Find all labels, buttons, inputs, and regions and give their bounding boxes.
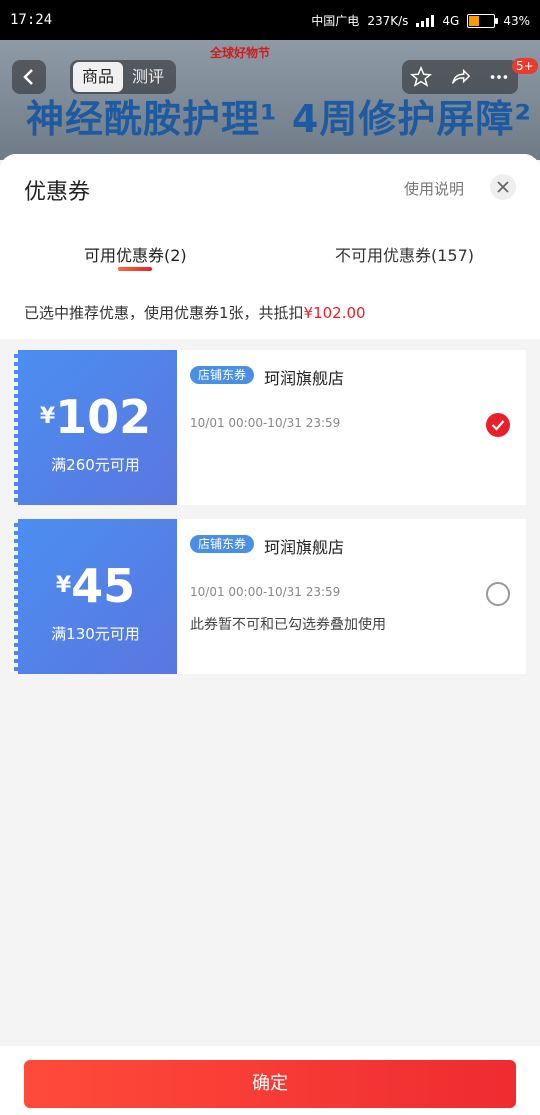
coupon-tag: 店铺东券 — [190, 366, 255, 384]
message-badge: 5+ — [512, 58, 538, 74]
coupon-tag: 店铺东券 — [190, 535, 255, 553]
sheet-footer: 确定 — [0, 1046, 540, 1115]
coupon-note: 此券暂不可和已勾选券叠加使用 — [190, 617, 386, 633]
coupon-value-panel: ¥102 满260元可用 — [14, 350, 177, 505]
active-tab-indicator — [118, 267, 152, 271]
coupon-checkbox[interactable] — [486, 582, 510, 606]
coupon-card[interactable]: ¥45 满130元可用 店铺东券 珂润旗舰店 10/01 00:00-10/31… — [14, 519, 526, 674]
coupon-amount: 102 — [55, 390, 152, 444]
coupon-currency: ¥ — [39, 404, 56, 429]
battery-icon — [467, 13, 499, 28]
coupon-shop: 珂润旗舰店 — [264, 369, 345, 388]
status-battery: 43% — [503, 13, 530, 28]
product-tabs: 商品 测评 — [70, 60, 176, 94]
coupon-condition: 满130元可用 — [51, 625, 140, 643]
selection-summary: 已选中推荐优惠，使用优惠券1张，共抵扣¥102.00 — [24, 302, 366, 323]
close-icon — [497, 181, 509, 193]
summary-text: 已选中推荐优惠，使用优惠券1张，共抵扣 — [24, 304, 304, 322]
help-link[interactable]: 使用说明 — [404, 178, 464, 199]
close-button[interactable] — [490, 174, 516, 200]
coupon-card[interactable]: ¥102 满260元可用 店铺东券 珂润旗舰店 10/01 00:00-10/3… — [14, 350, 526, 505]
coupon-amount: 45 — [71, 559, 136, 613]
back-button[interactable] — [12, 60, 46, 94]
brand-label: 全球好物节 — [210, 46, 271, 60]
star-icon[interactable] — [410, 66, 433, 88]
sheet-header: 优惠券 使用说明 可用优惠券(2) 不可用优惠券(157) 已选中推荐优惠，使用… — [0, 154, 540, 339]
signal-icon — [416, 14, 435, 27]
coupon-value-panel: ¥45 满130元可用 — [14, 519, 177, 674]
summary-amount: ¥102.00 — [303, 304, 366, 322]
product-header-background: 全球好物节 神经酰胺护理¹ 4周修护屏障² — [0, 40, 540, 160]
status-network: 4G — [442, 13, 460, 28]
chevron-left-icon — [23, 69, 33, 85]
coupon-condition: 满260元可用 — [51, 456, 140, 474]
tab-review[interactable]: 测评 — [123, 62, 173, 92]
sheet-title: 优惠券 — [24, 180, 91, 205]
coupon-validity: 10/01 00:00-10/31 23:59 — [190, 585, 341, 599]
confirm-button[interactable]: 确定 — [24, 1060, 516, 1108]
coupon-validity: 10/01 00:00-10/31 23:59 — [190, 416, 341, 430]
coupon-value: ¥102 — [14, 390, 177, 444]
coupon-currency: ¥ — [55, 573, 72, 598]
tab-product[interactable]: 商品 — [73, 62, 123, 92]
status-time: 17:24 — [10, 12, 53, 28]
status-speed: 237K/s — [367, 13, 409, 28]
battery-fill — [469, 15, 480, 26]
product-actions — [402, 60, 518, 94]
coupon-shop: 珂润旗舰店 — [264, 538, 345, 557]
share-icon[interactable] — [449, 66, 471, 88]
coupon-sheet: 优惠券 使用说明 可用优惠券(2) 不可用优惠券(157) 已选中推荐优惠，使用… — [0, 154, 540, 1115]
coupon-value: ¥45 — [14, 559, 177, 613]
check-icon — [491, 420, 505, 431]
status-bar: 17:24 中国广电 237K/s 4G 43% — [0, 0, 540, 40]
status-right: 中国广电 237K/s 4G 43% — [311, 12, 530, 29]
status-carrier: 中国广电 — [311, 14, 360, 28]
product-headline: 神经酰胺护理¹ 4周修护屏障² — [26, 97, 532, 141]
tab-available-coupons[interactable]: 可用优惠券(2) — [84, 242, 187, 266]
tab-unavailable-coupons[interactable]: 不可用优惠券(157) — [335, 242, 474, 266]
coupon-checkbox[interactable] — [486, 413, 510, 437]
more-icon[interactable] — [488, 66, 510, 88]
